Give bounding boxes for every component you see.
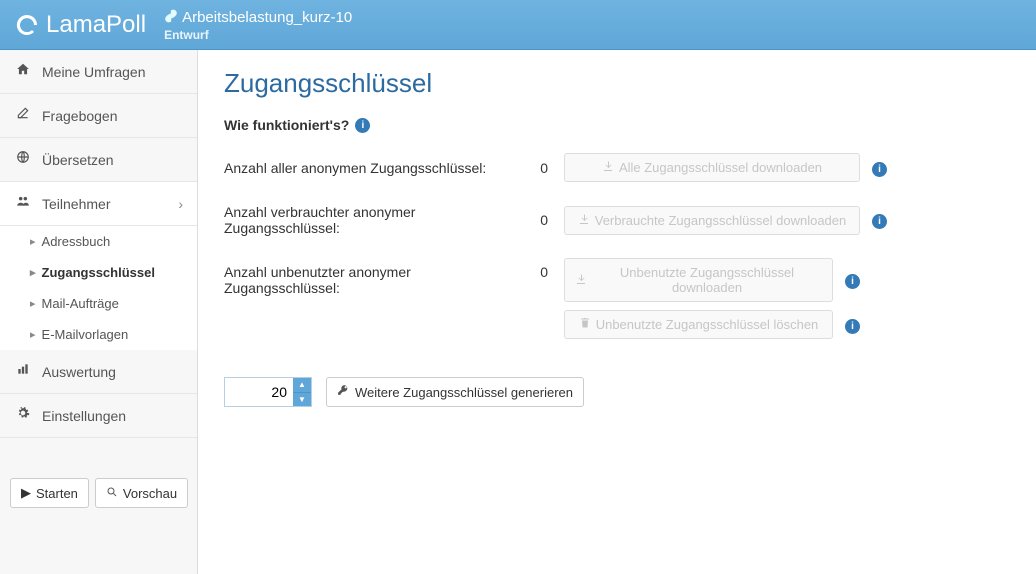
sub-mailtemplates[interactable]: ▸ E-Mailvorlagen — [0, 319, 197, 350]
globe-icon — [14, 150, 32, 169]
info-icon[interactable]: i — [355, 118, 370, 133]
nav-questionnaire-label: Fragebogen — [42, 108, 118, 124]
start-button-label: Starten — [36, 486, 78, 501]
nav-participants-label: Teilnehmer — [42, 196, 110, 212]
preview-button[interactable]: Vorschau — [95, 478, 188, 508]
sub-addressbook-label: Adressbuch — [42, 234, 111, 249]
row-all-label: Anzahl aller anonymen Zugangsschlüssel: — [224, 160, 524, 176]
nav-translate-label: Übersetzen — [42, 152, 114, 168]
play-icon: ▶ — [21, 485, 31, 501]
delete-unused-button[interactable]: Unbenutzte Zugangsschlüssel löschen — [564, 310, 833, 339]
trash-icon — [579, 317, 591, 332]
info-icon[interactable]: i — [845, 319, 860, 334]
key-icon — [337, 384, 350, 400]
home-icon — [14, 62, 32, 81]
edit-icon — [14, 106, 32, 125]
how-it-works-label: Wie funktioniert's? — [224, 117, 349, 133]
caret-icon: ▸ — [30, 235, 36, 248]
nav-surveys-label: Meine Umfragen — [42, 64, 146, 80]
nav-questionnaire[interactable]: Fragebogen — [0, 94, 197, 138]
row-used-count: 0 — [524, 212, 548, 228]
row-all-count: 0 — [524, 160, 548, 176]
download-icon — [575, 273, 587, 288]
caret-icon: ▸ — [30, 328, 36, 341]
nav-settings[interactable]: Einstellungen — [0, 394, 197, 438]
download-used-label: Verbrauchte Zugangsschlüssel downloaden — [595, 213, 847, 228]
poll-info[interactable]: Arbeitsbelastung_kurz-10 Entwurf — [164, 9, 352, 42]
poll-name: Arbeitsbelastung_kurz-10 — [182, 9, 352, 27]
row-all-keys: Anzahl aller anonymen Zugangsschlüssel: … — [224, 153, 1010, 182]
spinner-down[interactable]: ▼ — [293, 393, 311, 407]
sub-addressbook[interactable]: ▸ Adressbuch — [0, 226, 197, 257]
nav-participants[interactable]: Teilnehmer › — [0, 182, 197, 226]
spinner-up[interactable]: ▲ — [293, 378, 311, 393]
caret-icon: ▸ — [30, 266, 36, 279]
sub-accesskeys-label: Zugangsschlüssel — [42, 265, 155, 280]
row-unused-label: Anzahl unbenutzter anonymer Zugangsschlü… — [224, 264, 524, 296]
sidebar: Meine Umfragen Fragebogen Übersetzen Tei… — [0, 50, 198, 574]
download-unused-label: Unbenutzte Zugangsschlüssel downloaden — [592, 265, 822, 295]
generate-keys-button[interactable]: Weitere Zugangsschlüssel generieren — [326, 377, 584, 407]
link-icon — [164, 9, 178, 28]
sub-accesskeys[interactable]: ▸ Zugangsschlüssel — [0, 257, 197, 288]
sub-mailtemplates-label: E-Mailvorlagen — [42, 327, 129, 342]
poll-status: Entwurf — [164, 28, 352, 42]
users-icon — [14, 194, 32, 213]
nav-settings-label: Einstellungen — [42, 408, 126, 424]
sub-mailjobs-label: Mail-Aufträge — [42, 296, 119, 311]
row-used-keys: Anzahl verbrauchter anonymer Zugangsschl… — [224, 204, 1010, 236]
nav-translate[interactable]: Übersetzen — [0, 138, 197, 182]
topbar: LamaPoll Arbeitsbelastung_kurz-10 Entwur… — [0, 0, 1036, 50]
gear-icon — [14, 406, 32, 425]
caret-icon: ▸ — [30, 297, 36, 310]
download-unused-button[interactable]: Unbenutzte Zugangsschlüssel downloaden — [564, 258, 833, 302]
preview-button-label: Vorschau — [123, 486, 177, 501]
logo-text: LamaPoll — [46, 11, 146, 39]
logo-icon — [14, 12, 40, 38]
download-used-button[interactable]: Verbrauchte Zugangsschlüssel downloaden — [564, 206, 860, 235]
chevron-right-icon: › — [178, 196, 183, 212]
nav-surveys[interactable]: Meine Umfragen — [0, 50, 197, 94]
search-icon — [106, 486, 118, 501]
info-icon[interactable]: i — [845, 274, 860, 289]
generate-count-input[interactable] — [225, 378, 293, 406]
row-unused-count: 0 — [524, 264, 548, 280]
download-icon — [578, 213, 590, 228]
download-all-label: Alle Zugangsschlüssel downloaden — [619, 160, 822, 175]
start-button[interactable]: ▶ Starten — [10, 478, 89, 508]
participants-submenu: ▸ Adressbuch ▸ Zugangsschlüssel ▸ Mail-A… — [0, 226, 197, 350]
row-unused-keys: Anzahl unbenutzter anonymer Zugangsschlü… — [224, 258, 1010, 339]
spinner: ▲ ▼ — [293, 378, 311, 406]
nav-evaluation-label: Auswertung — [42, 364, 116, 380]
nav-evaluation[interactable]: Auswertung — [0, 350, 197, 394]
chart-icon — [14, 362, 32, 381]
download-icon — [602, 160, 614, 175]
page-title: Zugangsschlüssel — [224, 68, 1010, 99]
info-icon[interactable]: i — [872, 214, 887, 229]
how-it-works[interactable]: Wie funktioniert's? i — [224, 117, 1010, 133]
generate-keys-label: Weitere Zugangsschlüssel generieren — [355, 385, 573, 400]
download-all-button[interactable]: Alle Zugangsschlüssel downloaden — [564, 153, 860, 182]
sub-mailjobs[interactable]: ▸ Mail-Aufträge — [0, 288, 197, 319]
info-icon[interactable]: i — [872, 162, 887, 177]
row-used-label: Anzahl verbrauchter anonymer Zugangsschl… — [224, 204, 524, 236]
main-content: Zugangsschlüssel Wie funktioniert's? i A… — [198, 50, 1036, 574]
generate-count-input-wrap: ▲ ▼ — [224, 377, 312, 407]
generate-area: ▲ ▼ Weitere Zugangsschlüssel generieren — [224, 377, 1010, 407]
delete-unused-label: Unbenutzte Zugangsschlüssel löschen — [596, 317, 819, 332]
logo[interactable]: LamaPoll — [14, 11, 146, 39]
